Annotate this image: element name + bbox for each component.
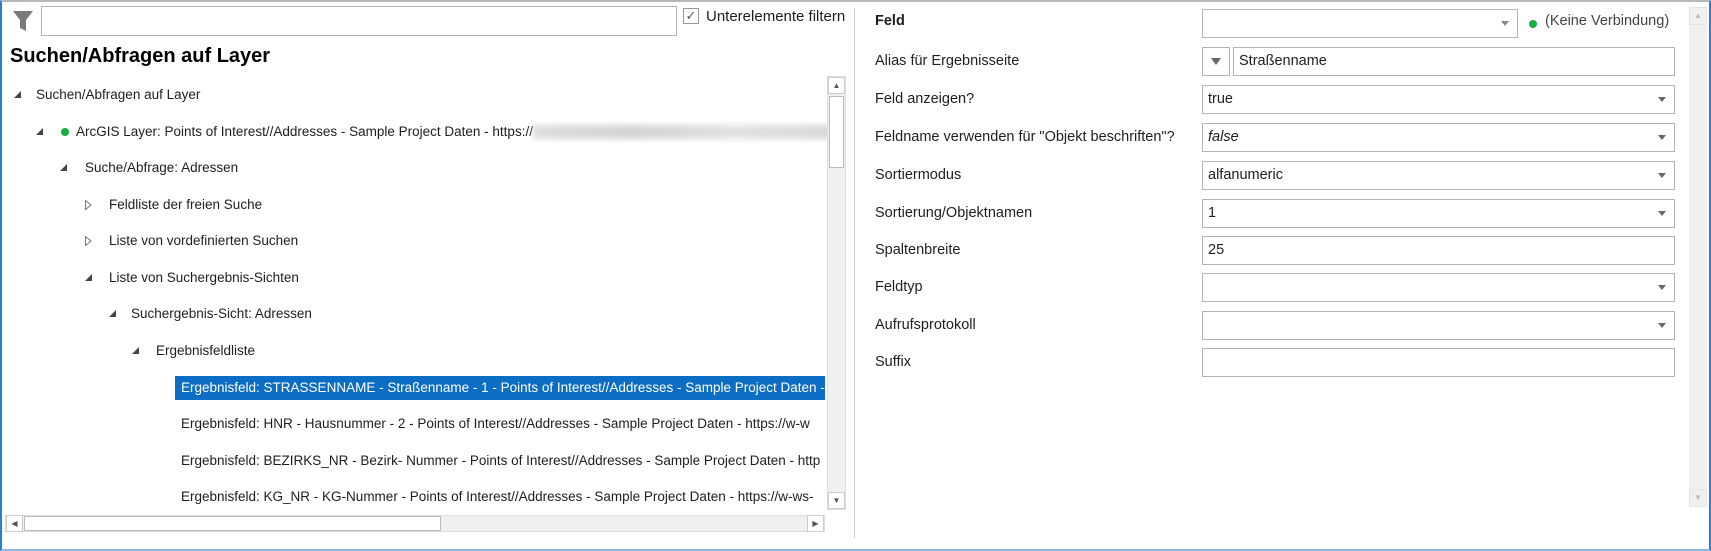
collapsed-triangle-icon[interactable] (85, 236, 92, 246)
objekt-beschriften-combobox[interactable]: false (1202, 123, 1675, 152)
spaltenbreite-input[interactable]: 25 (1202, 236, 1675, 265)
expanded-triangle-icon[interactable] (132, 347, 139, 354)
prop-label-alias: Alias für Ergebnisseite (875, 53, 1020, 69)
sortiermodus-combobox[interactable]: alfanumeric (1202, 161, 1675, 190)
tree-item-label: Suchen/Abfragen auf Layer (36, 87, 201, 102)
filter-input[interactable] (41, 6, 677, 36)
feldtyp-combobox[interactable] (1202, 273, 1675, 302)
filter-children-label: Unterelemente filtern (706, 8, 846, 25)
tree-horizontal-scrollbar[interactable]: ◀ ▶ (5, 515, 825, 532)
tree-item-label: ArcGIS Layer: Points of Interest//Addres… (76, 124, 533, 139)
scroll-up-arrow-icon[interactable]: ▲ (828, 77, 845, 94)
filter-children-checkbox[interactable]: ✓ (683, 8, 699, 24)
scroll-left-arrow-icon[interactable]: ◀ (6, 515, 23, 532)
tree-item-label: Feldliste der freien Suche (109, 197, 263, 212)
tree-item[interactable]: Ergebnisfeld: BEZIRKS_NR - Bezirk- Numme… (181, 449, 825, 473)
aufrufsprotokoll-combobox[interactable] (1202, 311, 1675, 340)
tree-item[interactable]: Suchergebnis-Sicht: Adressen (109, 302, 312, 326)
expanded-triangle-icon[interactable] (14, 91, 21, 98)
chevron-down-icon (1658, 173, 1666, 178)
prop-label-feld-anzeigen: Feld anzeigen? (875, 91, 975, 107)
tree-item[interactable]: ArcGIS Layer: Points of Interest//Addres… (36, 120, 833, 144)
expanded-triangle-icon[interactable] (60, 164, 67, 171)
prop-label-objekt-beschriften: Feldname verwenden für "Objekt beschrift… (875, 129, 1175, 145)
combo-value: 1 (1208, 205, 1217, 221)
combo-value: true (1208, 91, 1233, 107)
blurred-url (532, 125, 833, 140)
tree-item[interactable]: Liste von vordefinierten Suchen (85, 229, 298, 253)
tree-item-label: Ergebnisfeldliste (156, 343, 256, 358)
tree-item[interactable]: Liste von Suchergebnis-Sichten (85, 266, 299, 290)
scroll-down-arrow-icon[interactable]: ▼ (828, 492, 845, 509)
chevron-down-icon (1658, 285, 1666, 290)
connection-status-icon (1529, 20, 1537, 28)
tree-vertical-scrollbar[interactable]: ▲ ▼ (827, 76, 846, 510)
tree-item[interactable]: Suchen/Abfragen auf Layer (14, 83, 200, 107)
feld-combobox[interactable] (1202, 9, 1518, 38)
suffix-input[interactable] (1202, 348, 1675, 377)
collapsed-triangle-icon[interactable] (85, 200, 92, 210)
chevron-down-icon (1658, 211, 1666, 216)
feld-anzeigen-combobox[interactable]: true (1202, 85, 1675, 114)
properties-vertical-scrollbar[interactable]: ▲ ▼ (1689, 7, 1707, 507)
panel-splitter[interactable] (854, 8, 855, 538)
scroll-right-arrow-icon[interactable]: ▶ (807, 515, 824, 532)
triangle-down-icon (1211, 58, 1221, 65)
scroll-thumb[interactable] (829, 96, 844, 168)
sortierung-combobox[interactable]: 1 (1202, 199, 1675, 228)
prop-label-feldtyp: Feldtyp (875, 279, 923, 295)
tree-item[interactable]: Feldliste der freien Suche (85, 193, 262, 217)
tree-item[interactable]: Ergebnisfeld: HNR - Hausnummer - 2 - Poi… (181, 412, 825, 436)
chevron-down-icon (1658, 135, 1666, 140)
status-dot-icon (61, 128, 69, 136)
alias-dropdown-button[interactable] (1202, 47, 1230, 76)
prop-label-suffix: Suffix (875, 354, 912, 370)
prop-label-aufrufsprotokoll: Aufrufsprotokoll (875, 317, 976, 333)
alias-input[interactable]: Straßenname (1233, 47, 1675, 76)
scroll-up-arrow-icon[interactable]: ▲ (1689, 7, 1707, 25)
tree-item-label: Liste von Suchergebnis-Sichten (109, 270, 299, 285)
panel-title: Suchen/Abfragen auf Layer (10, 45, 271, 67)
chevron-down-icon (1658, 323, 1666, 328)
scroll-thumb[interactable] (24, 516, 441, 531)
prop-label-sortierung: Sortierung/Objektnamen (875, 205, 1033, 221)
expanded-triangle-icon[interactable] (36, 128, 43, 135)
tree-item-label: Suchergebnis-Sicht: Adressen (131, 306, 312, 321)
tree-item[interactable]: Ergebnisfeldliste (132, 339, 255, 363)
combo-value: false (1208, 129, 1239, 145)
chevron-down-icon (1658, 97, 1666, 102)
filter-funnel-icon (13, 11, 33, 31)
prop-label-sortiermodus: Sortiermodus (875, 167, 962, 183)
expanded-triangle-icon[interactable] (109, 310, 116, 317)
tree-item-label: Liste von vordefinierten Suchen (109, 233, 299, 248)
prop-label-spaltenbreite: Spaltenbreite (875, 242, 961, 258)
chevron-down-icon (1501, 21, 1509, 26)
tree-item-selected[interactable]: Ergebnisfeld: STRASSENNAME - Straßenname… (175, 376, 825, 400)
expanded-triangle-icon[interactable] (85, 274, 92, 281)
tree-item[interactable]: Ergebnisfeld: KG_NR - KG-Nummer - Points… (181, 485, 825, 509)
scroll-down-arrow-icon[interactable]: ▼ (1689, 489, 1707, 507)
prop-label-feld: Feld (875, 13, 905, 29)
combo-value: alfanumeric (1208, 167, 1283, 183)
connection-status-text: (Keine Verbindung) (1545, 13, 1670, 29)
tree-item[interactable]: Suche/Abfrage: Adressen (60, 156, 238, 180)
tree-item-label: Suche/Abfrage: Adressen (85, 160, 239, 175)
